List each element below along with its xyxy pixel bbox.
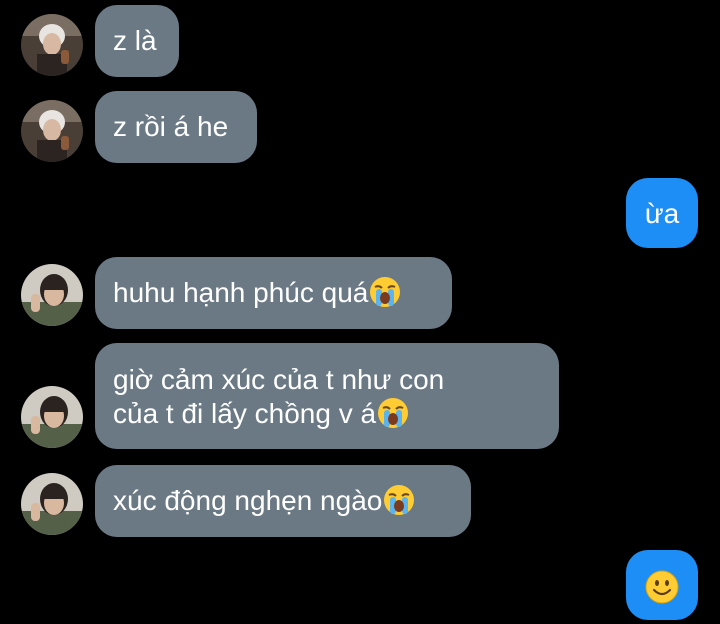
message-bubble[interactable]: huhu hạnh phúc quá [95,257,452,329]
avatar[interactable] [21,264,83,326]
message-bubble[interactable]: giờ cảm xúc của t như con của t đi lấy c… [95,343,559,449]
avatar[interactable] [21,473,83,535]
message-bubble[interactable]: xúc động nghẹn ngào [95,465,471,537]
loudly-crying-face-icon [369,276,401,308]
chat-thread[interactable]: z là z rồi á he ừa huhu hạnh phúc quá gi… [0,0,720,624]
message-text: z là [113,25,157,56]
message-bubble[interactable]: z là [95,5,179,77]
avatar[interactable] [21,386,83,448]
loudly-crying-face-icon [383,484,415,516]
message-bubble-outgoing[interactable]: ừa [626,178,698,248]
message-text-line: của t đi lấy chồng v á [113,398,377,429]
smiling-face-icon [645,570,679,604]
message-text: xúc động nghẹn ngào [113,485,383,516]
avatar[interactable] [21,100,83,162]
message-text: ừa [644,198,680,229]
message-bubble[interactable]: z rồi á he [95,91,257,163]
message-text: z rồi á he [113,111,229,142]
loudly-crying-face-icon [377,397,409,429]
message-bubble-outgoing[interactable] [626,550,698,620]
message-text: huhu hạnh phúc quá [113,277,369,308]
message-text-line: giờ cảm xúc của t như con [113,364,445,395]
avatar[interactable] [21,14,83,76]
